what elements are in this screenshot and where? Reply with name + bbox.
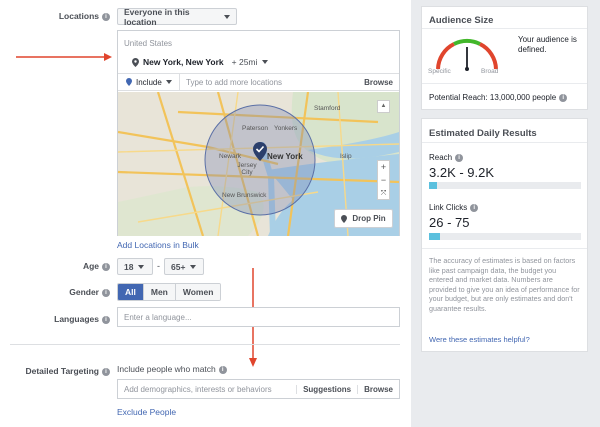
detailed-targeting-input[interactable]: Add demographics, interests or behaviors — [118, 385, 296, 394]
clicks-bar-fill — [429, 233, 440, 240]
annotation-arrow-right — [16, 53, 112, 61]
card-divider — [422, 142, 587, 143]
location-audience-dropdown[interactable]: Everyone in this location — [117, 7, 237, 27]
browse-targeting-button[interactable]: Browse — [357, 384, 399, 394]
gender-segmented-control: All Men Women — [117, 283, 222, 301]
chevron-down-icon — [190, 264, 197, 269]
map-label-new-york: New York — [267, 152, 303, 161]
age-max-dropdown[interactable]: 65+ — [164, 258, 204, 275]
exclude-people-link[interactable]: Exclude People — [117, 407, 176, 417]
gauge-broad-label: Broad — [481, 68, 499, 75]
age-label: Age i — [10, 261, 110, 271]
collapse-map-icon[interactable]: ▲ — [377, 100, 390, 113]
gender-option-men[interactable]: Men — [142, 284, 175, 300]
age-min-dropdown[interactable]: 18 — [117, 258, 153, 275]
location-map[interactable]: Stamford Paterson Yonkers Newark Jersey … — [118, 92, 399, 236]
include-people-label: Include people who match i — [117, 364, 227, 374]
reach-bar-fill — [429, 182, 437, 189]
map-label-new-brunswick: New Brunswick — [222, 192, 267, 199]
info-icon[interactable]: i — [102, 315, 110, 324]
info-icon[interactable]: i — [455, 153, 464, 162]
estimates-helpful-link[interactable]: Were these estimates helpful? — [429, 335, 530, 344]
age-separator: - — [157, 261, 160, 271]
info-icon[interactable]: i — [102, 288, 110, 297]
chevron-down-icon — [224, 14, 230, 19]
clicks-label: Link Clicks i — [429, 203, 479, 212]
card-divider — [422, 83, 587, 84]
add-locations-bulk-link[interactable]: Add Locations in Bulk — [117, 240, 199, 250]
map-label-jersey-city: Jersey City — [237, 162, 257, 176]
info-icon[interactable]: i — [102, 367, 110, 376]
info-icon[interactable]: i — [102, 12, 110, 21]
card-divider — [422, 28, 587, 29]
location-box: United States New York, New York + 25mi … — [117, 30, 400, 236]
gender-option-all[interactable]: All — [118, 284, 143, 300]
country-label: United States — [124, 39, 173, 48]
map-label-islip: Islip — [340, 153, 352, 160]
reach-bar — [429, 182, 581, 189]
map-zoom-controls: + − ⤧ — [377, 160, 390, 200]
info-icon[interactable]: i — [559, 93, 568, 102]
audience-size-card: Audience Size Specific Broad Your audien… — [421, 6, 588, 110]
language-input[interactable]: Enter a language... — [117, 307, 400, 327]
location-pin-icon — [341, 214, 348, 223]
location-search-input[interactable]: Type to add more locations — [180, 78, 364, 87]
info-icon[interactable]: i — [102, 262, 110, 271]
results-title: Estimated Daily Results — [429, 128, 537, 139]
location-pin-icon — [126, 78, 132, 86]
audience-gauge — [436, 38, 498, 71]
drop-pin-button[interactable]: Drop Pin — [334, 209, 393, 228]
gender-label: Gender i — [10, 287, 110, 297]
map-label-newark: Newark — [219, 153, 242, 160]
languages-label: Languages i — [10, 314, 110, 324]
audience-status: Your audience is defined. — [518, 35, 577, 54]
clicks-bar — [429, 233, 581, 240]
reach-label: Reach i — [429, 153, 464, 162]
chevron-down-icon — [165, 80, 172, 84]
location-pin-icon — [132, 57, 139, 67]
map-label-stamford: Stamford — [314, 105, 341, 112]
info-icon[interactable]: i — [470, 203, 479, 212]
chevron-down-icon — [138, 264, 145, 269]
gauge-specific-label: Specific — [428, 68, 451, 75]
reach-value: 3.2K - 9.2K — [429, 165, 495, 180]
chevron-down-icon[interactable] — [262, 60, 269, 64]
fit-bounds-icon[interactable]: ⤧ — [378, 187, 389, 200]
gender-option-women[interactable]: Women — [174, 284, 221, 300]
zoom-in-icon[interactable]: + — [378, 161, 389, 174]
locations-label: Locations i — [10, 11, 110, 21]
zoom-out-icon[interactable]: − — [378, 174, 389, 187]
map-label-yonkers: Yonkers — [274, 125, 298, 132]
suggestions-button[interactable]: Suggestions — [296, 384, 357, 394]
estimated-results-card: Estimated Daily Results Reach i 3.2K - 9.… — [421, 118, 588, 352]
detailed-targeting-input-row: Add demographics, interests or behaviors… — [117, 379, 400, 399]
map-pin-icon[interactable] — [252, 142, 268, 162]
map-label-paterson: Paterson — [242, 125, 269, 132]
section-divider — [10, 344, 400, 345]
detailed-targeting-label: Detailed Targeting i — [10, 366, 110, 376]
selected-city[interactable]: New York, New York + 25mi — [132, 57, 269, 67]
audience-size-title: Audience Size — [429, 15, 494, 26]
include-row: Include Type to add more locations Brows… — [118, 73, 399, 91]
include-dropdown[interactable]: Include — [118, 74, 180, 90]
browse-locations-button[interactable]: Browse — [364, 78, 399, 87]
results-disclaimer: The accuracy of estimates is based on fa… — [429, 256, 580, 313]
clicks-value: 26 - 75 — [429, 215, 470, 230]
card-divider — [422, 248, 587, 249]
info-icon[interactable]: i — [218, 365, 227, 374]
potential-reach: Potential Reach: 13,000,000 people i — [429, 93, 568, 102]
